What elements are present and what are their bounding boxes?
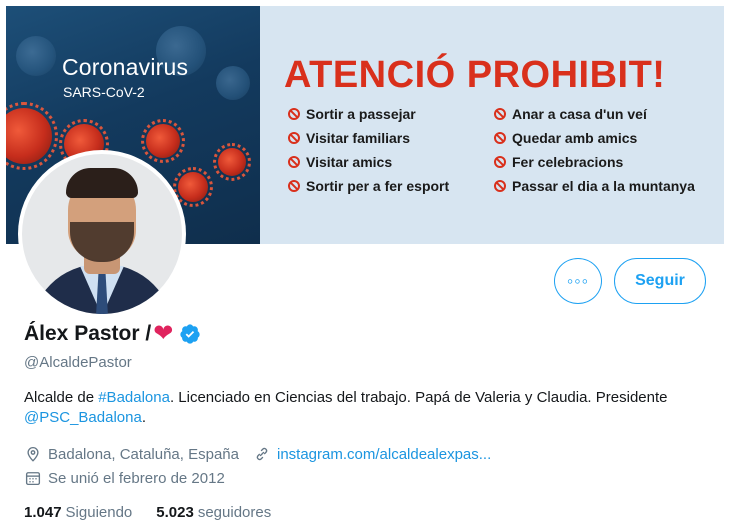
follow-button[interactable]: Seguir	[614, 258, 706, 304]
following-stat[interactable]: 1.047 Siguiendo	[24, 504, 132, 521]
profile-location: Badalona, Cataluña, España	[48, 445, 239, 463]
virus-illustration	[6, 102, 58, 170]
banner-prohibit-panel: ATENCIÓ PROHIBIT! Sortir a passejar Visi…	[260, 6, 724, 244]
profile-bio: Alcalde de #Badalona. Licenciado en Cien…	[24, 389, 668, 426]
banner-rule: Visitar familiars	[288, 130, 410, 146]
profile-website-link[interactable]: instagram.com/alcaldealexpas...	[277, 446, 491, 463]
following-label: Siguiendo	[65, 504, 133, 521]
ban-icon	[494, 108, 506, 120]
avatar-photo	[22, 154, 182, 314]
ban-icon	[494, 180, 506, 192]
banner-rule: Sortir per a fer esport	[288, 178, 449, 194]
banner-rule: Passar el dia a la muntanya	[494, 178, 695, 194]
virus-illustration	[141, 119, 185, 163]
ban-icon	[288, 156, 300, 168]
followers-label: seguidores	[197, 504, 272, 521]
ban-icon	[288, 180, 300, 192]
followers-stat[interactable]: 5.023 seguidores	[156, 504, 271, 521]
ban-icon	[288, 132, 300, 144]
banner-corona-title: Coronavirus	[62, 54, 189, 80]
banner-prohibit-title: ATENCIÓ PROHIBIT!	[284, 54, 666, 96]
ban-icon	[288, 108, 300, 120]
calendar-icon	[25, 472, 41, 486]
profile-name-row: Álex Pastor / ❤	[24, 322, 201, 346]
followers-count: 5.023	[156, 504, 194, 521]
profile-meta-row: Badalona, Cataluña, España instagram.com…	[24, 445, 491, 463]
banner-rule: Quedar amb amics	[494, 130, 637, 146]
ban-icon	[494, 156, 506, 168]
profile-joined: Se unió el febrero de 2012	[48, 469, 225, 487]
virus-illustration	[16, 36, 56, 76]
banner-rule: Anar a casa d'un veí	[494, 106, 647, 122]
link-icon	[256, 447, 268, 461]
avatar[interactable]	[18, 150, 186, 318]
location-pin-icon	[27, 447, 39, 462]
virus-illustration	[216, 66, 250, 100]
profile-joined-row: Se unió el febrero de 2012	[24, 469, 225, 487]
profile-stats: 1.047 Siguiendo 5.023 seguidores	[24, 504, 295, 521]
banner-corona-subtitle: SARS-CoV-2	[63, 84, 145, 100]
mention-link[interactable]: @PSC_Badalona	[24, 409, 142, 426]
profile-handle: @AlcaldePastor	[24, 354, 132, 371]
following-count: 1.047	[24, 504, 62, 521]
ban-icon	[494, 132, 506, 144]
profile-name: Álex Pastor /	[24, 322, 152, 345]
heart-icon: ❤	[153, 320, 174, 347]
banner-rule: Fer celebracions	[494, 154, 623, 170]
banner-rule: Visitar amics	[288, 154, 392, 170]
more-options-button[interactable]: ◦◦◦	[554, 258, 602, 304]
banner-rule: Sortir a passejar	[288, 106, 416, 122]
hashtag-link[interactable]: #Badalona	[98, 389, 170, 406]
verified-badge-icon	[180, 324, 200, 344]
virus-illustration	[213, 143, 251, 181]
